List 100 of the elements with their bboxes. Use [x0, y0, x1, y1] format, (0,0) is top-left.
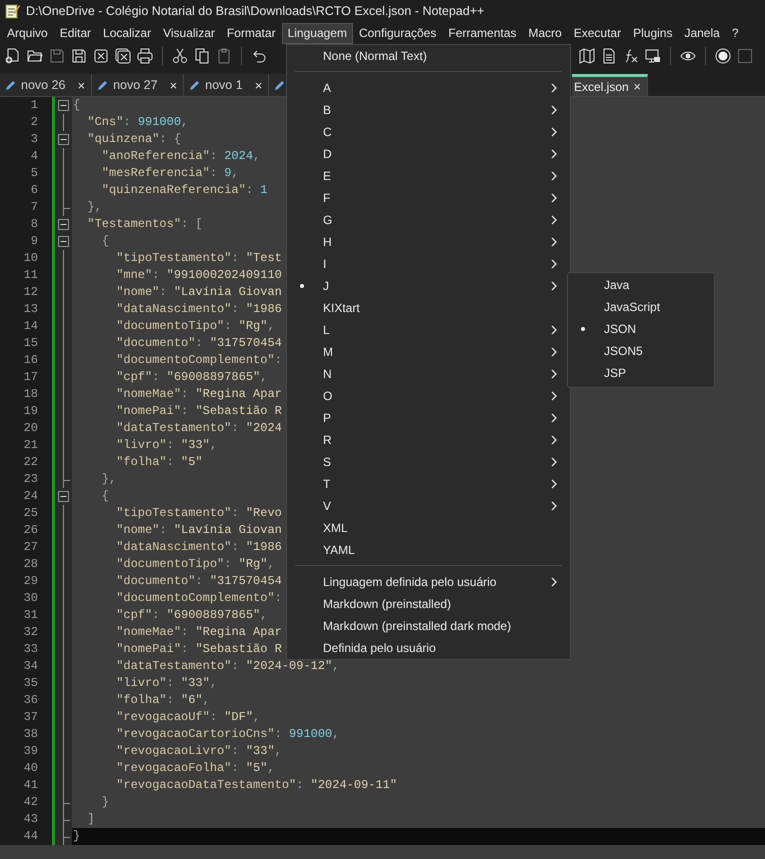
menu-item[interactable]: Ferramentas	[442, 22, 522, 44]
menu-item[interactable]: Linguagem	[282, 22, 353, 44]
new-file-icon[interactable]	[5, 48, 21, 64]
close-all-icon[interactable]	[115, 48, 131, 64]
menu-option[interactable]: T	[287, 473, 570, 495]
menu-item[interactable]: Formatar	[220, 22, 282, 44]
line-number: 33	[0, 641, 52, 658]
line-number: 26	[0, 522, 52, 539]
line-number: 27	[0, 539, 52, 556]
menu-option[interactable]: A	[287, 77, 570, 99]
line-number: 8	[0, 216, 52, 233]
code-line: "tipoTestamento": "Test	[115, 250, 282, 267]
close-tab-button[interactable]: ×	[633, 79, 641, 94]
menu-item[interactable]: Macro	[522, 22, 568, 44]
menu-item[interactable]: Configurações	[352, 22, 442, 44]
undo-icon[interactable]	[251, 48, 267, 64]
fold-toggle-icon[interactable]	[58, 491, 69, 502]
window-title: D:\OneDrive - Colégio Notarial do Brasil\Downloads\RCTO Excel.json - Notepad++	[26, 4, 484, 18]
menu-option[interactable]: D	[287, 143, 570, 165]
menu-option[interactable]: JSON	[568, 318, 714, 340]
menu-option[interactable]: J	[287, 275, 570, 297]
menu-item[interactable]: Visualizar	[157, 22, 221, 44]
fold-toggle-icon[interactable]	[58, 236, 69, 247]
menu-option[interactable]: S	[287, 451, 570, 473]
line-number: 41	[0, 777, 52, 794]
menu-option[interactable]: G	[287, 209, 570, 231]
menu-option[interactable]: JSON5	[568, 340, 714, 362]
menu-option[interactable]: C	[287, 121, 570, 143]
menu-option[interactable]: None (Normal Text)	[287, 45, 570, 67]
line-number: 32	[0, 624, 52, 641]
code-line: "revogacaoUf": "DF",	[115, 709, 260, 726]
menu-option[interactable]: F	[287, 187, 570, 209]
function-icon[interactable]	[623, 48, 639, 64]
code-line: "folha": "6",	[115, 692, 210, 709]
line-number: 37	[0, 709, 52, 726]
code-line: "nome": "Lavínia Giovan	[115, 522, 282, 539]
menu-option[interactable]: P	[287, 407, 570, 429]
menu-option[interactable]: O	[287, 385, 570, 407]
menu-option[interactable]: KIXtart	[287, 297, 570, 319]
menu-option[interactable]: B	[287, 99, 570, 121]
menu-option[interactable]: E	[287, 165, 570, 187]
line-number: 36	[0, 692, 52, 709]
file-tab[interactable]: novo 26 ×	[0, 74, 92, 96]
menu-option[interactable]: R	[287, 429, 570, 451]
printer-icon[interactable]	[137, 48, 153, 64]
menu-item[interactable]: Executar	[568, 22, 628, 44]
copy-icon[interactable]	[194, 48, 210, 64]
fold-toggle-icon[interactable]	[58, 134, 69, 145]
code-line: "folha": "5"	[115, 454, 203, 471]
menu-item[interactable]: Editar	[54, 22, 98, 44]
menu-item[interactable]: Plugins	[627, 22, 678, 44]
close-tab-button[interactable]: ×	[170, 78, 178, 92]
file-tab[interactable]: novo 27 ×	[92, 74, 184, 96]
line-number: 16	[0, 352, 52, 369]
menu-option[interactable]: H	[287, 231, 570, 253]
monitor-icon[interactable]	[645, 48, 661, 64]
menu-option[interactable]: YAML	[287, 539, 570, 561]
menu-option[interactable]: Linguagem definida pelo usuário	[287, 571, 570, 593]
fold-toggle-icon[interactable]	[58, 219, 69, 230]
menu-option[interactable]: JavaScript	[568, 296, 714, 318]
menu-item[interactable]: Arquivo	[1, 22, 54, 44]
line-number: 28	[0, 556, 52, 573]
code-line: "quinzenaReferencia": 1	[100, 182, 268, 199]
menu-option[interactable]: V	[287, 495, 570, 517]
menu-option[interactable]: Markdown (preinstalled)	[287, 593, 570, 615]
record-icon[interactable]	[715, 48, 731, 64]
document-icon[interactable]	[601, 48, 617, 64]
close-icon[interactable]	[93, 48, 109, 64]
line-number: 21	[0, 437, 52, 454]
line-number: 12	[0, 284, 52, 301]
menu-item[interactable]: Janela	[678, 22, 726, 44]
close-tab-button[interactable]: ×	[77, 78, 86, 92]
menu-option[interactable]: I	[287, 253, 570, 275]
menu-item[interactable]: ?	[726, 22, 745, 44]
file-tab[interactable]: novo 1 ×	[184, 74, 270, 96]
menu-option[interactable]: Java	[568, 274, 714, 296]
menu-option[interactable]: Markdown (preinstalled dark mode)	[287, 615, 570, 637]
stop-icon[interactable]	[737, 48, 753, 64]
folder-icon[interactable]	[27, 48, 43, 64]
code-line: "revogacaoDataTestamento": "2024-09-11"	[115, 777, 398, 794]
code-line: "documentoTipo": "Rg",	[115, 556, 275, 573]
code-line: ]	[86, 811, 95, 828]
file-tab[interactable]: Excel.json ×	[572, 74, 648, 96]
code-line: "revogacaoLivro": "33",	[115, 743, 282, 760]
code-line: "cpf": "69008897865",	[115, 369, 268, 386]
line-number: 40	[0, 760, 52, 777]
menu-option[interactable]: JSP	[568, 362, 714, 384]
line-number: 44	[0, 828, 52, 845]
menu-option[interactable]: L	[287, 319, 570, 341]
code-line: },	[100, 471, 116, 488]
fold-toggle-icon[interactable]	[58, 100, 69, 111]
clipboard-icon[interactable]	[216, 48, 232, 64]
menu-option[interactable]: Definida pelo usuário	[287, 637, 570, 659]
menu-option[interactable]: XML	[287, 517, 570, 539]
menu-option[interactable]: M	[287, 341, 570, 363]
map-icon[interactable]	[579, 48, 595, 64]
menu-option[interactable]: N	[287, 363, 570, 385]
close-tab-button[interactable]: ×	[254, 78, 262, 92]
scissors-icon[interactable]	[172, 48, 188, 64]
menu-item[interactable]: Localizar	[97, 22, 158, 44]
